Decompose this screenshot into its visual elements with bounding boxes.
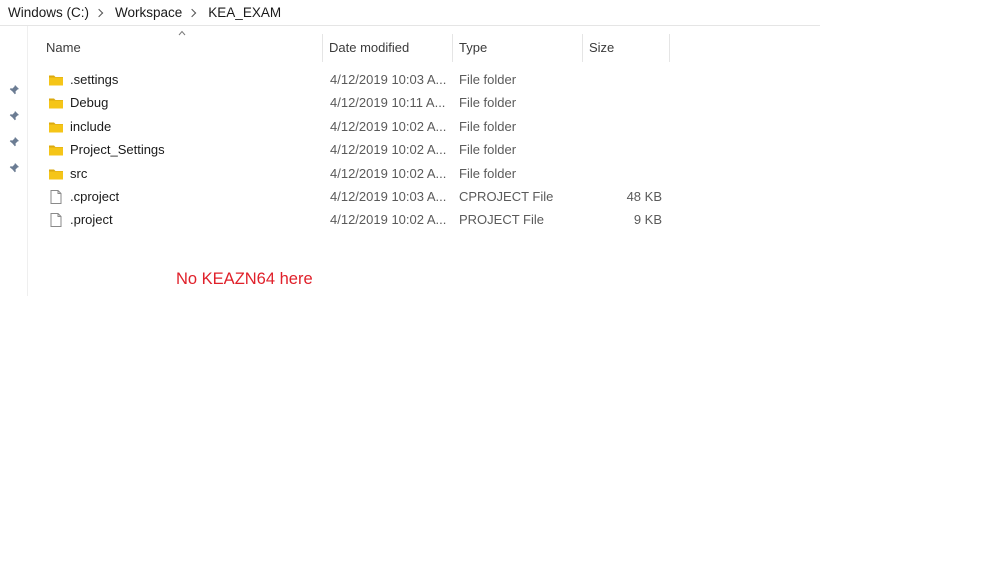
file-type: File folder (459, 72, 517, 87)
file-row[interactable]: .cproject 4/12/2019 10:03 A... CPROJECT Fi… (28, 185, 688, 208)
navigation-pane (0, 26, 28, 296)
chevron-right-icon[interactable] (93, 6, 107, 20)
file-icon (48, 212, 64, 228)
file-row[interactable]: include 4/12/2019 10:02 A... File folder (28, 115, 688, 138)
column-header-date-modified[interactable]: Date modified (323, 34, 453, 62)
column-headers: Name Date modified Type Size (28, 30, 688, 62)
file-date-modified: 4/12/2019 10:02 A... (330, 142, 447, 158)
file-row[interactable]: .project 4/12/2019 10:02 A... PROJECT File… (28, 208, 688, 231)
file-date-modified: 4/12/2019 10:02 A... (330, 212, 447, 228)
file-type: File folder (459, 142, 517, 158)
column-header-size[interactable]: Size (583, 34, 670, 62)
file-type: File folder (459, 118, 517, 134)
column-header-name[interactable]: Name (40, 34, 323, 62)
folder-icon (48, 95, 64, 111)
file-name: Debug (70, 95, 109, 111)
pin-icon[interactable] (8, 84, 20, 96)
column-header-type[interactable]: Type (453, 34, 583, 62)
breadcrumb-item-drive[interactable]: Windows (C:) (0, 5, 93, 20)
file-row[interactable]: Debug 4/12/2019 10:11 A... File folder (28, 91, 688, 114)
file-name: include (70, 118, 112, 134)
file-list: .settings 4/12/2019 10:03 A... File folder… (28, 68, 688, 232)
file-type: File folder (459, 95, 517, 111)
file-name: Project_Settings (70, 142, 165, 158)
file-icon (48, 189, 64, 205)
pin-icon[interactable] (8, 136, 20, 148)
file-date-modified: 4/12/2019 10:02 A... (330, 118, 447, 134)
file-type: PROJECT File (459, 212, 544, 228)
folder-icon (48, 166, 64, 182)
file-row[interactable]: .settings 4/12/2019 10:03 A... File folder (28, 68, 688, 91)
breadcrumb: Windows (C:) Workspace KEA_EXAM (0, 0, 820, 26)
file-size: 48 KB (626, 188, 662, 204)
file-name: .cproject (70, 188, 120, 204)
file-type: File folder (459, 165, 517, 181)
file-explorer-window: Windows (C:) Workspace KEA_EXAM Name Dat… (0, 0, 820, 300)
file-date-modified: 4/12/2019 10:03 A... (330, 72, 447, 87)
breadcrumb-item-current-folder[interactable]: KEA_EXAM (200, 5, 285, 20)
chevron-right-icon[interactable] (186, 6, 200, 20)
file-row[interactable]: Project_Settings 4/12/2019 10:02 A... File… (28, 138, 688, 161)
file-date-modified: 4/12/2019 10:02 A... (330, 165, 447, 181)
pin-icon[interactable] (8, 162, 20, 174)
pin-icon[interactable] (8, 110, 20, 122)
breadcrumb-item-workspace[interactable]: Workspace (107, 5, 186, 20)
annotation-text: No KEAZN64 here (176, 270, 313, 288)
folder-icon (48, 119, 64, 135)
file-type: CPROJECT File (459, 188, 554, 204)
file-name: .settings (70, 72, 119, 87)
folder-icon (48, 142, 64, 158)
file-size: 9 KB (633, 212, 662, 228)
file-name: src (70, 165, 88, 181)
file-date-modified: 4/12/2019 10:11 A... (330, 95, 446, 111)
file-date-modified: 4/12/2019 10:03 A... (330, 188, 447, 204)
file-name: .project (70, 212, 113, 228)
folder-icon (48, 72, 64, 88)
file-row[interactable]: src 4/12/2019 10:02 A... File folder (28, 162, 688, 185)
